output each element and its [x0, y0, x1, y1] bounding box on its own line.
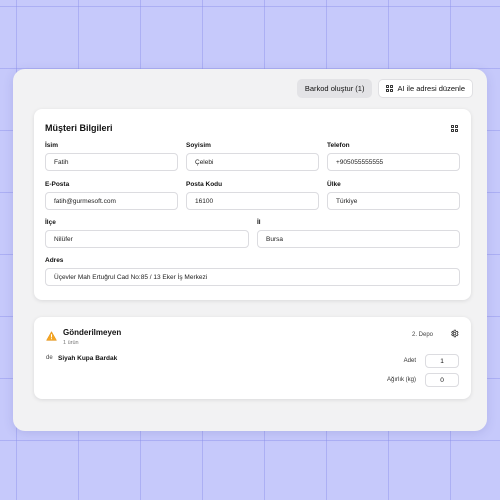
- postal-code-label: Posta Kodu: [186, 181, 223, 188]
- ai-edit-address-button[interactable]: AI ile adresi düzenle: [378, 79, 473, 98]
- quantity-label: Adet: [403, 358, 416, 364]
- city-label: İl: [257, 219, 261, 226]
- weight-label: Ağırlık (kg): [386, 377, 416, 383]
- email-input[interactable]: fatih@gurmesoft.com: [45, 192, 178, 210]
- city-input[interactable]: Bursa: [257, 230, 460, 248]
- generate-barcode-button[interactable]: Barkod oluştur (1): [296, 79, 373, 98]
- main-panel: Barkod oluştur (1) AI ile adresi düzenle…: [13, 69, 487, 431]
- last-name-input[interactable]: Çelebi: [186, 153, 319, 171]
- shipment-status-title: Gönderilmeyen: [63, 328, 122, 337]
- shipment-card: Gönderilmeyen 1 ürün 2. Depo de Siyah Ku…: [34, 317, 471, 399]
- product-tag: de: [46, 355, 53, 361]
- gear-icon[interactable]: [450, 329, 459, 338]
- customer-card-title: Müşteri Bilgileri: [45, 123, 113, 133]
- ai-edit-address-label: AI ile adresi düzenle: [397, 84, 465, 93]
- shipment-item-count: 1 ürün: [63, 340, 79, 346]
- district-input[interactable]: Nilüfer: [45, 230, 249, 248]
- first-name-label: İsim: [45, 142, 59, 149]
- address-input[interactable]: Üçevler Mah Ertuğrul Cad No:85 / 13 Eker…: [45, 268, 460, 286]
- quantity-input[interactable]: 1: [425, 354, 459, 368]
- email-label: E-Posta: [45, 181, 70, 188]
- grid-icon: [386, 85, 394, 92]
- phone-label: Telefon: [327, 142, 350, 149]
- first-name-input[interactable]: Fatih: [45, 153, 178, 171]
- district-label: İlçe: [45, 219, 56, 226]
- customer-info-card: Müşteri Bilgileri İsim Fatih Soyisim Çel…: [34, 109, 471, 300]
- phone-input[interactable]: +905055555555: [327, 153, 460, 171]
- country-label: Ülke: [327, 181, 341, 188]
- toolbar: Barkod oluştur (1) AI ile adresi düzenle: [296, 79, 473, 98]
- warning-icon: [46, 331, 57, 341]
- generate-barcode-label: Barkod oluştur (1): [304, 84, 365, 93]
- last-name-label: Soyisim: [186, 142, 211, 149]
- grid-icon[interactable]: [451, 125, 458, 132]
- address-label: Adres: [45, 257, 64, 264]
- country-input[interactable]: Türkiye: [327, 192, 460, 210]
- product-name: Siyah Kupa Bardak: [58, 355, 118, 362]
- postal-code-input[interactable]: 16100: [186, 192, 319, 210]
- weight-input[interactable]: 0: [425, 373, 459, 387]
- depot-label: 2. Depo: [411, 332, 433, 338]
